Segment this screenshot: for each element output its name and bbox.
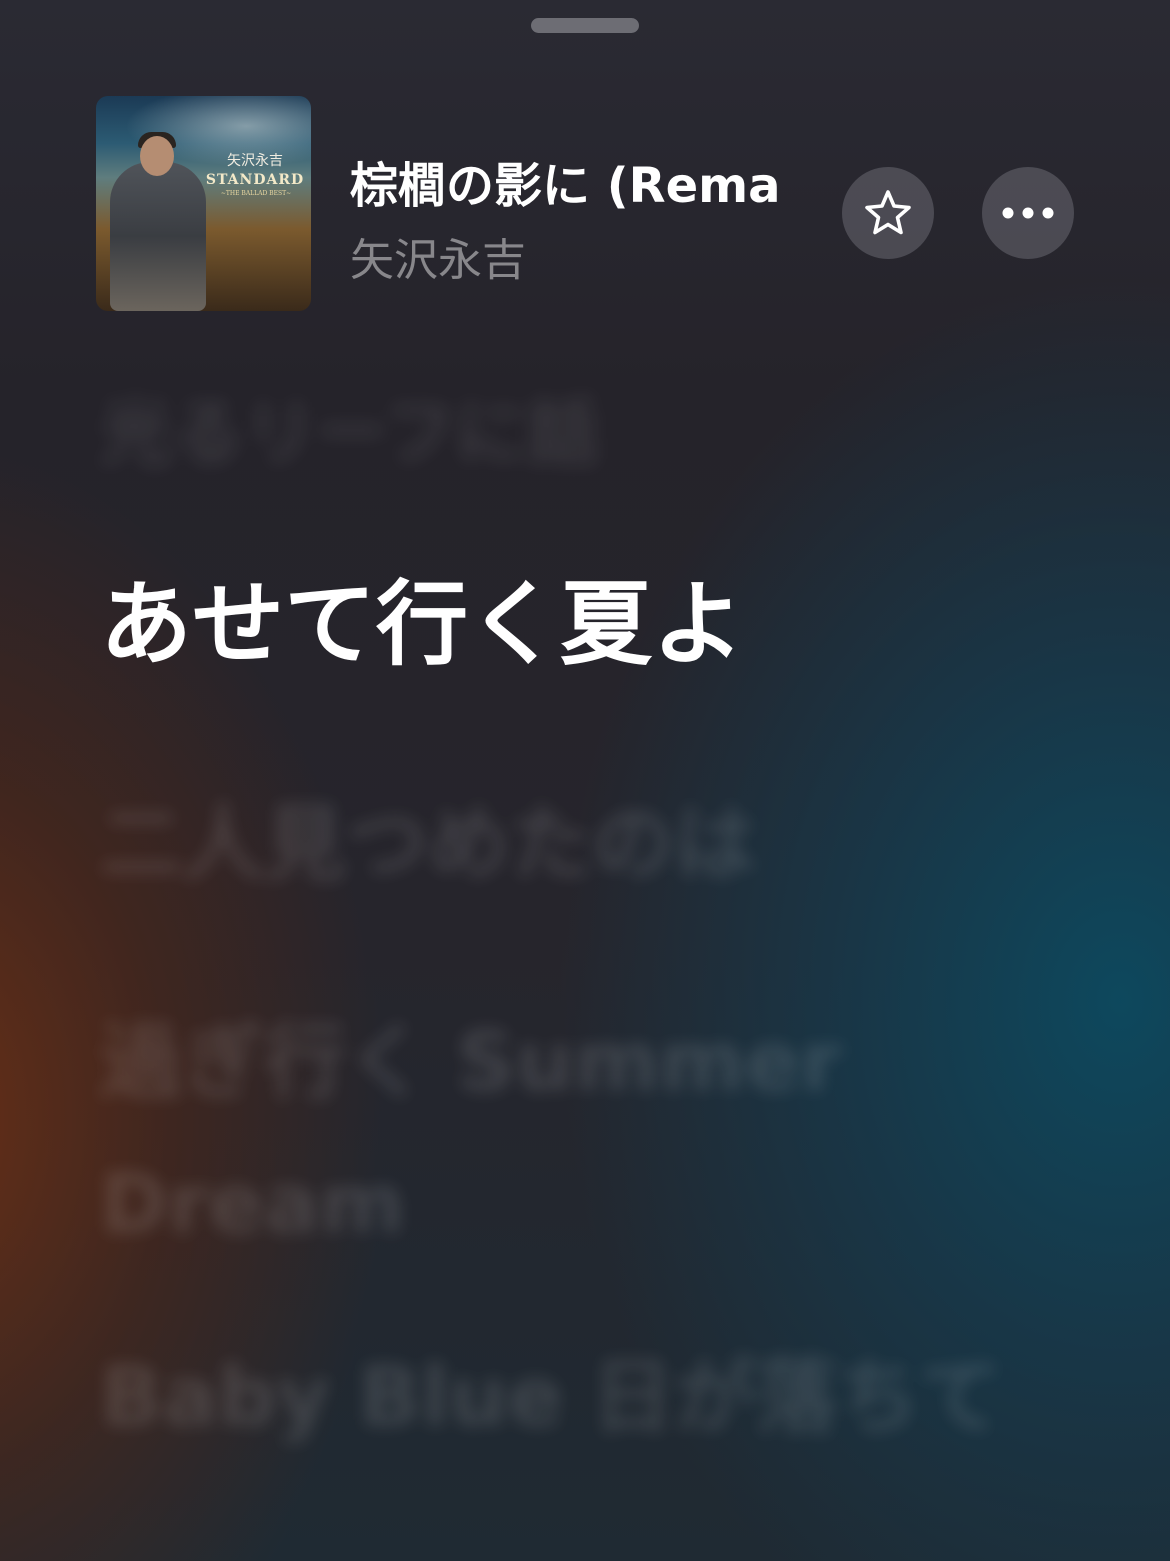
- sheet-grabber[interactable]: [531, 18, 639, 33]
- lyrics-screen: 矢沢永吉 STANDARD ~THE BALLAD BEST~ 棕櫚の影に (R…: [0, 0, 1170, 1561]
- cover-title-text: STANDARD: [205, 172, 305, 188]
- lyric-line-next[interactable]: Baby Blue 日が落ちて: [100, 1327, 1060, 1469]
- more-options-button[interactable]: [982, 167, 1074, 259]
- cover-subtitle-text: ~THE BALLAD BEST~: [220, 190, 292, 197]
- lyric-line-previous[interactable]: 光るリーフに話: [100, 374, 600, 479]
- track-title[interactable]: 棕櫚の影に (Rema: [350, 146, 832, 216]
- favorite-button[interactable]: [842, 167, 934, 259]
- track-artist[interactable]: 矢沢永吉: [350, 224, 526, 288]
- cover-figure-head: [140, 136, 174, 176]
- lyric-line-next[interactable]: 二人見つめたのは: [100, 774, 1060, 916]
- lyric-line-next[interactable]: 過ぎ行く Summer Dream: [100, 992, 1060, 1276]
- lyric-line-current[interactable]: あせて行く夏よ: [100, 550, 744, 683]
- album-artwork[interactable]: 矢沢永吉 STANDARD ~THE BALLAD BEST~: [96, 96, 311, 311]
- cover-figure: [110, 162, 206, 311]
- star-icon: [865, 190, 911, 235]
- cover-artist-text: 矢沢永吉: [227, 153, 283, 169]
- ellipsis-icon: [1002, 207, 1054, 219]
